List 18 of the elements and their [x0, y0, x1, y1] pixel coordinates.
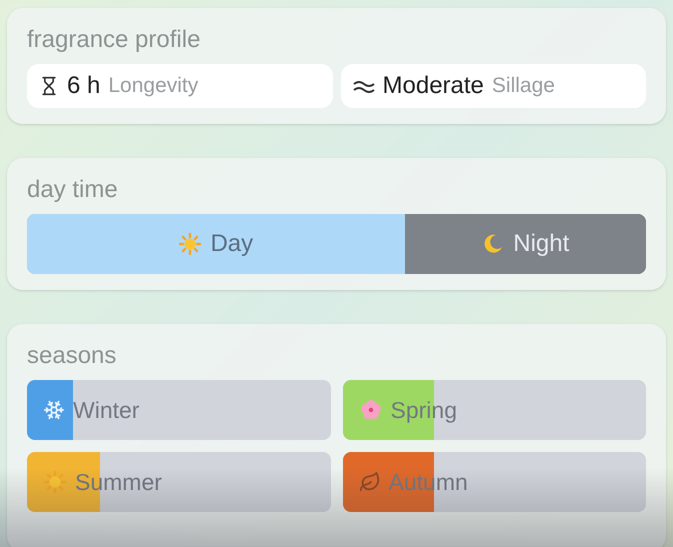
leaf-icon: [358, 471, 380, 493]
stat-value: 6 h: [67, 71, 100, 101]
season-bar[interactable]: Winter: [27, 380, 330, 440]
section-title: fragrance profile: [27, 25, 202, 55]
flower-icon: [358, 398, 382, 422]
stat-value: Moderate: [382, 71, 484, 101]
season-label: Winter: [73, 396, 140, 425]
stat-label: Sillage: [492, 73, 555, 100]
sun-icon: [43, 470, 67, 494]
section-title: day time: [27, 175, 119, 205]
waves-icon: [352, 79, 374, 93]
segment-label: Night: [513, 229, 570, 259]
stat-label: Longevity: [108, 73, 198, 100]
snowflake-icon: [43, 399, 65, 421]
section-title: seasons: [27, 341, 118, 371]
time-track[interactable]: Day Night: [27, 214, 646, 274]
sun-icon: [178, 232, 202, 256]
segment-label: Day: [210, 229, 254, 259]
